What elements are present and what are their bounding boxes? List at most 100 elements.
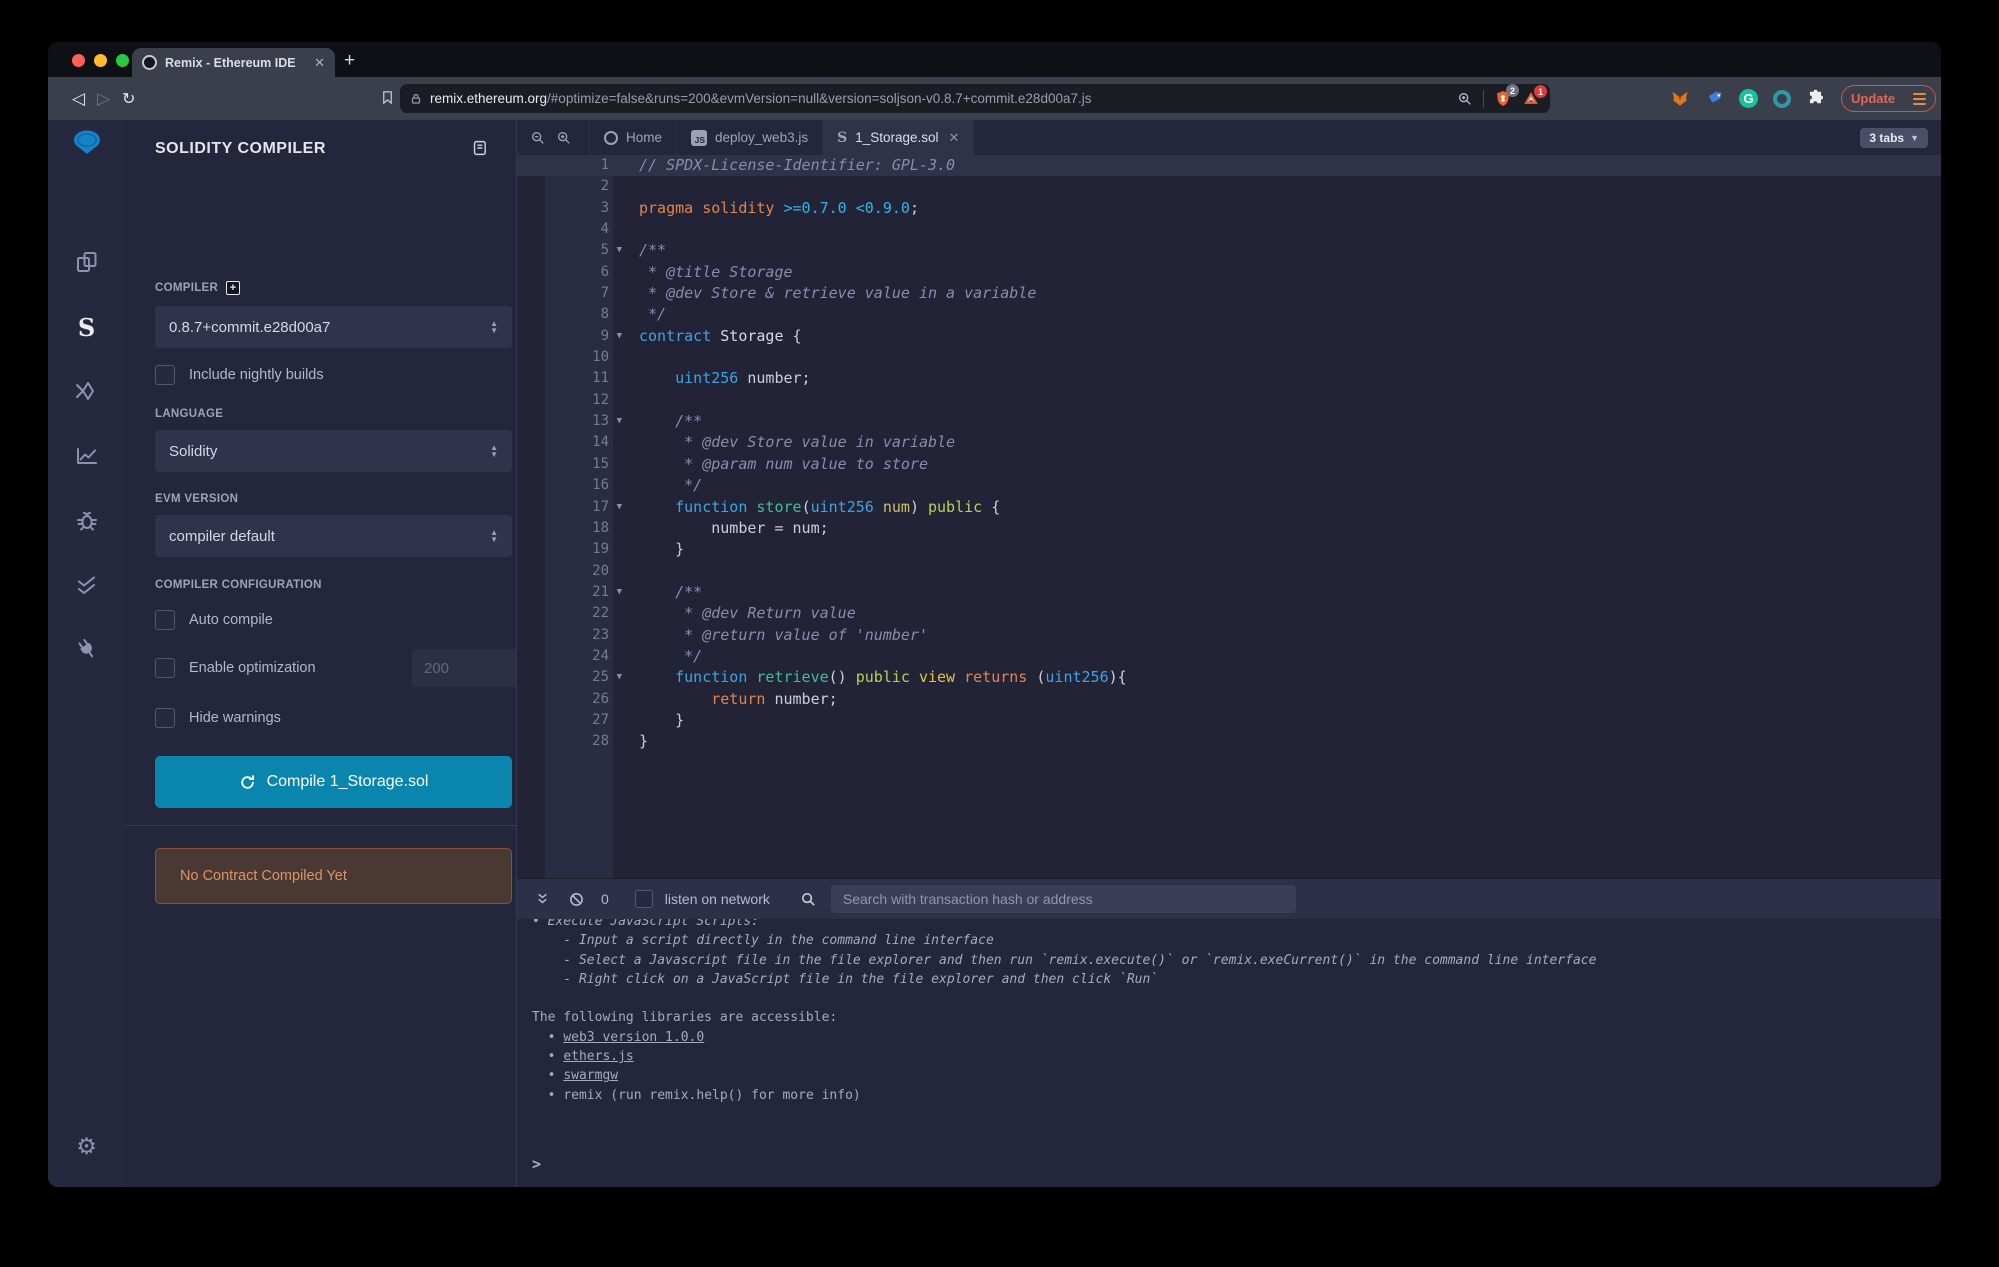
- bookmark-icon[interactable]: [380, 89, 395, 106]
- fold-icon[interactable]: ▼: [617, 497, 622, 518]
- code-line[interactable]: 20: [517, 561, 1941, 582]
- new-tab-button[interactable]: +: [344, 50, 355, 72]
- code-line[interactable]: 3pragma solidity >=0.7.0 <0.9.0;: [517, 198, 1941, 219]
- terminal-library-link[interactable]: • swarmgw: [532, 1066, 1941, 1085]
- code-line[interactable]: 14 * @dev Store value in variable: [517, 432, 1941, 453]
- code-line[interactable]: 24 */: [517, 646, 1941, 667]
- terminal-toolbar: 0 listen on network: [517, 879, 1941, 919]
- fold-icon[interactable]: ▼: [617, 240, 622, 261]
- code-line[interactable]: 4: [517, 219, 1941, 240]
- collapse-terminal-icon[interactable]: [535, 891, 550, 907]
- hide-warnings-checkbox[interactable]: [155, 708, 175, 728]
- fold-icon[interactable]: ▼: [617, 411, 622, 432]
- fold-icon[interactable]: ▼: [617, 582, 622, 603]
- unit-testing-icon[interactable]: [48, 563, 125, 607]
- documentation-icon[interactable]: [471, 138, 488, 158]
- tab-1-storage-sol[interactable]: S 1_Storage.sol ✕: [823, 120, 974, 155]
- listen-on-network-label[interactable]: listen on network: [665, 891, 770, 907]
- enable-optimization-checkbox[interactable]: [155, 658, 175, 678]
- code-line[interactable]: 12: [517, 390, 1941, 411]
- close-tab-icon[interactable]: ✕: [314, 55, 325, 71]
- code-line[interactable]: 11 uint256 number;: [517, 368, 1941, 389]
- code-line[interactable]: 28}: [517, 731, 1941, 752]
- tab-home[interactable]: Home: [589, 120, 677, 155]
- code-editor[interactable]: 1// SPDX-License-Identifier: GPL-3.023pr…: [517, 155, 1941, 878]
- solidity-compiler-icon[interactable]: S: [48, 305, 125, 349]
- code-line[interactable]: 10: [517, 347, 1941, 368]
- language-select[interactable]: Solidity ▲▼: [155, 430, 512, 472]
- code-line[interactable]: 9▼contract Storage {: [517, 326, 1941, 347]
- reload-button[interactable]: ↻: [122, 77, 135, 120]
- minimize-window-button[interactable]: [94, 54, 107, 67]
- code-line[interactable]: 26 return number;: [517, 689, 1941, 710]
- zoom-window-button[interactable]: [116, 54, 129, 67]
- compile-button[interactable]: Compile 1_Storage.sol: [155, 756, 512, 808]
- extensions-puzzle-icon[interactable]: [1806, 89, 1825, 108]
- code-line[interactable]: 19 }: [517, 539, 1941, 560]
- terminal-library-link[interactable]: • ethers.js: [532, 1047, 1941, 1066]
- listen-on-network-checkbox[interactable]: [635, 890, 653, 908]
- close-window-button[interactable]: [72, 54, 85, 67]
- code-line[interactable]: 2: [517, 176, 1941, 197]
- auto-compile-label[interactable]: Auto compile: [189, 612, 273, 628]
- teal-extension-icon[interactable]: [1773, 90, 1791, 108]
- remix-logo-icon[interactable]: [48, 122, 125, 162]
- code-line[interactable]: 23 * @return value of 'number': [517, 625, 1941, 646]
- transaction-search-input[interactable]: [831, 885, 1296, 913]
- analysis-icon[interactable]: [48, 434, 125, 478]
- code-line[interactable]: 6 * @title Storage: [517, 262, 1941, 283]
- remix-logo-icon: [604, 131, 618, 145]
- tab-deploy-web3[interactable]: JS deploy_web3.js: [677, 120, 823, 155]
- lock-icon[interactable]: [410, 92, 422, 106]
- hide-warnings-label[interactable]: Hide warnings: [189, 710, 281, 726]
- browser-tab[interactable]: Remix - Ethereum IDE ✕: [132, 48, 335, 77]
- code-line[interactable]: 8 */: [517, 304, 1941, 325]
- zoom-in-icon[interactable]: [551, 130, 577, 146]
- code-line[interactable]: 27 }: [517, 710, 1941, 731]
- terminal-library-link[interactable]: • web3 version 1.0.0: [532, 1028, 1941, 1047]
- code-line[interactable]: 18 number = num;: [517, 518, 1941, 539]
- brave-shield-icon[interactable]: 2: [1494, 89, 1512, 108]
- plugin-manager-icon[interactable]: [48, 627, 125, 671]
- settings-icon[interactable]: ⚙: [48, 1125, 125, 1169]
- compiler-version-select[interactable]: 0.8.7+commit.e28d00a7 ▲▼: [155, 306, 512, 348]
- tag-extension-icon[interactable]: [1705, 89, 1724, 108]
- code-line[interactable]: 17▼ function store(uint256 num) public {: [517, 497, 1941, 518]
- deploy-and-run-icon[interactable]: [48, 369, 125, 413]
- nightly-builds-checkbox[interactable]: [155, 365, 175, 385]
- enable-optimization-label[interactable]: Enable optimization: [189, 660, 316, 676]
- update-button[interactable]: Update: [1841, 85, 1936, 112]
- code-line[interactable]: 5▼/**: [517, 240, 1941, 261]
- code-line[interactable]: 15 * @param num value to store: [517, 454, 1941, 475]
- metamask-extension-icon[interactable]: [1670, 89, 1690, 108]
- tab-count-badge[interactable]: 3 tabs▼: [1860, 128, 1928, 148]
- nightly-builds-label[interactable]: Include nightly builds: [189, 367, 324, 383]
- evm-version-select[interactable]: compiler default ▲▼: [155, 515, 512, 557]
- optimization-runs-input[interactable]: [424, 660, 494, 677]
- brave-rewards-icon[interactable]: 1: [1522, 90, 1540, 107]
- fold-icon[interactable]: ▼: [617, 667, 622, 688]
- clear-terminal-icon[interactable]: [568, 891, 585, 908]
- url-bar[interactable]: remix.ethereum.org /#optimize=false&runs…: [400, 84, 1550, 113]
- code-line[interactable]: 7 * @dev Store & retrieve value in a var…: [517, 283, 1941, 304]
- forward-button[interactable]: ▷: [97, 77, 110, 120]
- code-line[interactable]: 1// SPDX-License-Identifier: GPL-3.0: [517, 155, 1941, 176]
- back-button[interactable]: ◁: [72, 77, 85, 120]
- code-line[interactable]: 22 * @dev Return value: [517, 603, 1941, 624]
- terminal-prompt[interactable]: >: [532, 1155, 541, 1173]
- code-line[interactable]: 13▼ /**: [517, 411, 1941, 432]
- terminal: 0 listen on network • Execute JavaScript…: [517, 878, 1941, 1187]
- file-explorer-icon[interactable]: [48, 240, 125, 284]
- add-compiler-icon[interactable]: +: [226, 281, 240, 295]
- close-tab-icon[interactable]: ✕: [949, 130, 960, 146]
- code-line[interactable]: 16 */: [517, 475, 1941, 496]
- menu-icon[interactable]: [1913, 93, 1926, 105]
- page-zoom-icon[interactable]: [1457, 91, 1473, 107]
- code-line[interactable]: 25▼ function retrieve() public view retu…: [517, 667, 1941, 688]
- code-line[interactable]: 21▼ /**: [517, 582, 1941, 603]
- fold-icon[interactable]: ▼: [617, 326, 622, 347]
- grammarly-extension-icon[interactable]: G: [1739, 89, 1758, 108]
- debugger-icon[interactable]: [48, 499, 125, 543]
- auto-compile-checkbox[interactable]: [155, 610, 175, 630]
- zoom-out-icon[interactable]: [525, 130, 551, 146]
